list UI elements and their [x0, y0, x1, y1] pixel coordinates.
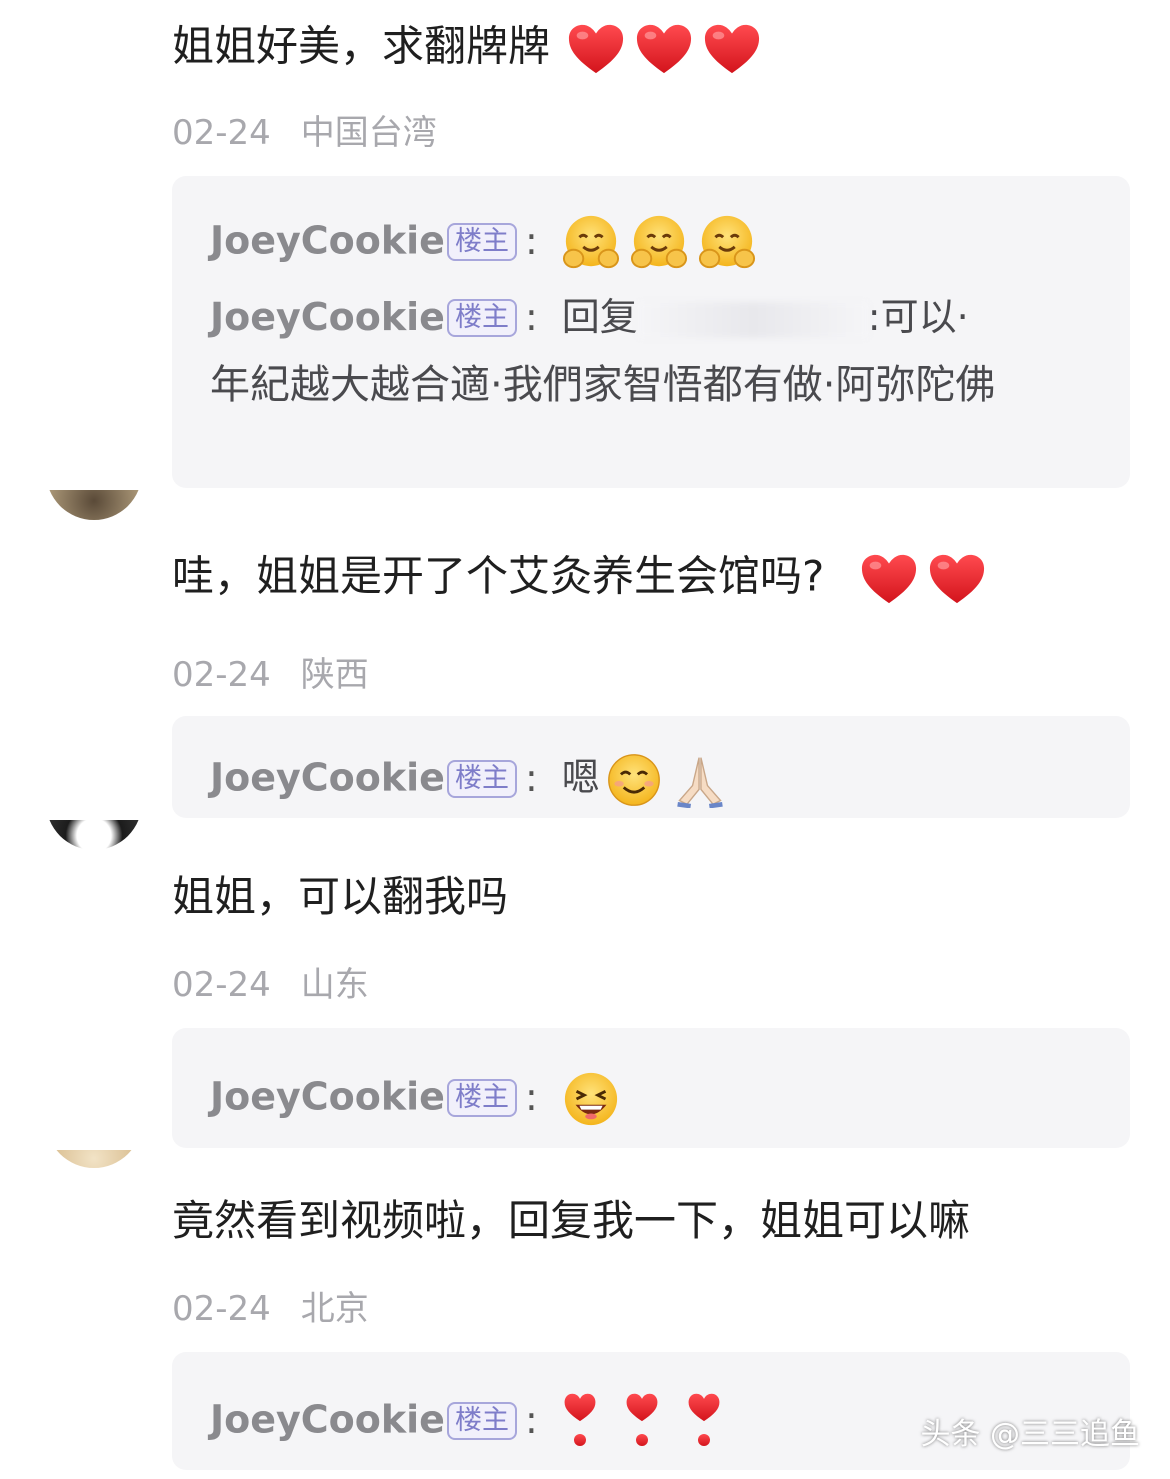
hugging-face-icon: [562, 214, 620, 272]
author-badge: 楼主: [446, 299, 517, 337]
reply-text: 嗯: [561, 755, 600, 800]
hugging-face-icon: [630, 214, 688, 272]
reply-item[interactable]: JoeyCookie 楼主:: [210, 214, 766, 272]
reply-author[interactable]: JoeyCookie: [210, 756, 445, 800]
author-badge: 楼主: [446, 1401, 517, 1440]
avatar[interactable]: [46, 490, 142, 520]
folded-hands-icon: [672, 752, 728, 808]
comment-date: 02-24: [172, 113, 271, 153]
heart-exclamation-icon: [686, 1392, 722, 1452]
author-badge: 楼主: [446, 222, 517, 261]
red-heart-icon: [635, 22, 693, 76]
red-heart-icon: [703, 22, 761, 76]
reply-author[interactable]: JoeyCookie: [210, 1075, 445, 1119]
hugging-face-icon: [698, 214, 756, 272]
redacted-username: [637, 301, 868, 338]
reply-colon: :: [524, 1397, 538, 1442]
reply-text: 回复: [561, 295, 638, 339]
reply-colon: :: [524, 755, 538, 800]
reply-colon: :: [524, 295, 538, 339]
red-heart-icon: [567, 22, 625, 76]
comment-meta: 02-24 陕西: [172, 658, 369, 692]
comment-meta: 02-24 中国台湾: [172, 116, 437, 150]
red-heart-icon: [928, 552, 986, 606]
author-badge: 楼主: [446, 759, 517, 798]
avatar[interactable]: [46, 820, 142, 850]
reply-box[interactable]: JoeyCookie 楼主: JoeyCookie 楼主: 回复 :可以· 年紀越大越合…: [172, 176, 1130, 488]
comment-meta: 02-24 北京: [172, 1292, 369, 1326]
reply-author[interactable]: JoeyCookie: [210, 1398, 445, 1442]
comment-text: 姐姐，可以翻我吗: [172, 876, 508, 918]
comment-location: 北京: [300, 1289, 369, 1329]
reply-text-continued: 年紀越大越合適·我們家智悟都有做·阿弥陀佛: [210, 362, 996, 408]
comment-body: 姐姐好美，求翻牌牌: [172, 21, 551, 71]
comment-body: 姐姐，可以翻我吗: [172, 872, 509, 921]
reply-item[interactable]: JoeyCookie 楼主:: [210, 1392, 732, 1452]
reply-item[interactable]: JoeyCookie 楼主: 回复 :可以·: [210, 298, 969, 338]
comment-text: 哇，姐姐是开了个艾灸养生会馆吗?: [172, 552, 996, 606]
watermark: 头条 @三三追鱼: [920, 1417, 1140, 1452]
comment-date: 02-24: [172, 965, 271, 1005]
heart-exclamation-icon: [624, 1392, 660, 1452]
comment-date: 02-24: [172, 655, 271, 695]
comment-location: 山东: [300, 965, 369, 1005]
grinning-face-icon: [562, 1070, 620, 1128]
reply-author[interactable]: JoeyCookie: [210, 295, 445, 339]
comment-meta: 02-24 山东: [172, 968, 369, 1002]
comment-date: 02-24: [172, 1289, 271, 1329]
reply-box[interactable]: JoeyCookie 楼主:: [172, 1028, 1130, 1148]
comment-text: 姐姐好美，求翻牌牌: [172, 22, 771, 76]
reply-item[interactable]: JoeyCookie 楼主: 嗯: [210, 752, 738, 808]
smiling-face-icon: [606, 752, 662, 808]
heart-exclamation-icon: [562, 1392, 598, 1452]
comment-location: 中国台湾: [300, 113, 437, 153]
reply-text: :可以·: [867, 295, 969, 339]
author-badge: 楼主: [446, 1078, 517, 1117]
comment-location: 陕西: [300, 655, 369, 695]
comment-body: 哇，姐姐是开了个艾灸养生会馆吗?: [172, 551, 825, 601]
comment-body: 竟然看到视频啦，回复我一下，姐姐可以嘛: [172, 1196, 971, 1245]
avatar[interactable]: [46, 1150, 142, 1168]
reply-colon: :: [524, 1074, 538, 1119]
red-heart-icon: [860, 552, 918, 606]
reply-author[interactable]: JoeyCookie: [210, 219, 445, 263]
reply-item[interactable]: JoeyCookie 楼主:: [210, 1070, 630, 1128]
reply-box[interactable]: JoeyCookie 楼主: 嗯: [172, 716, 1130, 818]
comment-text: 竟然看到视频啦，回复我一下，姐姐可以嘛: [172, 1200, 970, 1242]
reply-colon: :: [524, 218, 538, 263]
